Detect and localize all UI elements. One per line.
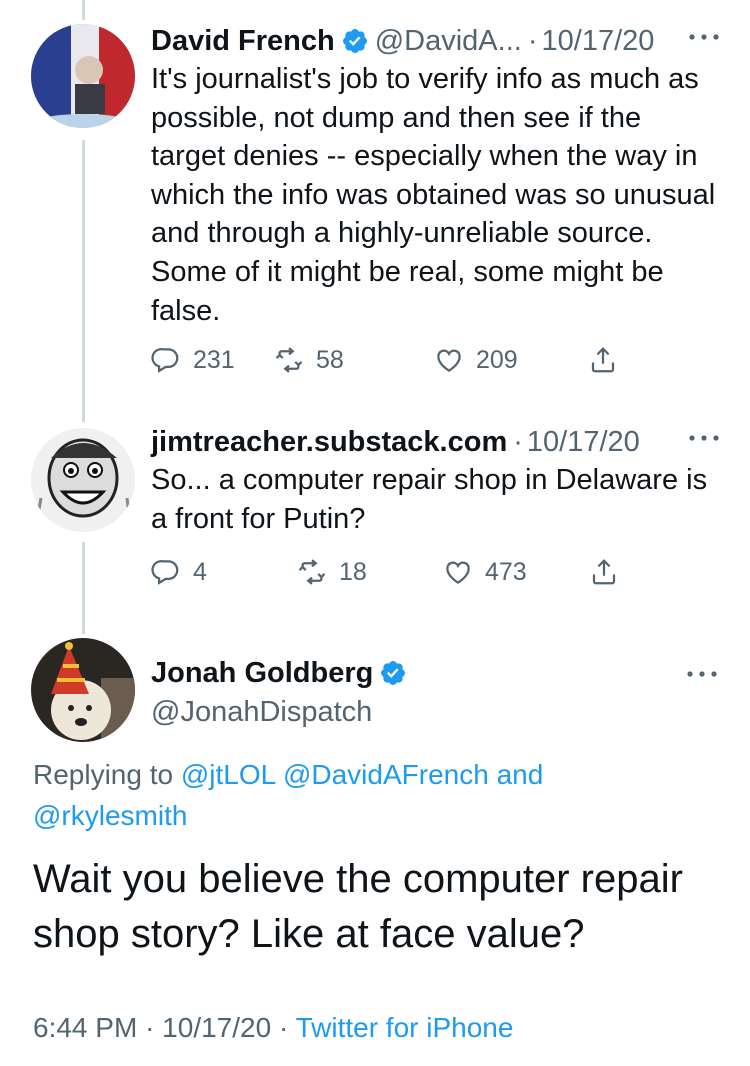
author-name[interactable]: Jonah Goldberg bbox=[151, 655, 373, 691]
retweet-icon bbox=[274, 345, 304, 375]
replying-prefix: Replying to bbox=[33, 759, 174, 790]
client-link[interactable]: Twitter for iPhone bbox=[296, 1012, 514, 1043]
retweet-icon bbox=[297, 557, 327, 587]
share-icon bbox=[589, 557, 619, 587]
share-button[interactable] bbox=[589, 557, 619, 587]
separator-dot: · bbox=[278, 1012, 289, 1043]
retweet-button[interactable]: 18 bbox=[297, 557, 443, 587]
tweet-meta: 6:44 PM · 10/17/20 · Twitter for iPhone bbox=[33, 1008, 513, 1048]
avatar-jonah-goldberg[interactable] bbox=[31, 638, 135, 742]
retweet-count: 18 bbox=[339, 557, 367, 586]
tweet-jimtreacher[interactable]: jimtreacher.substack.com · 10/17/20 So..… bbox=[0, 400, 750, 622]
reply-button[interactable]: 231 bbox=[151, 345, 274, 375]
tweet-text: It's journalist's job to verify info as … bbox=[151, 63, 716, 327]
tweet-date[interactable]: 10/17/20 bbox=[162, 1012, 271, 1043]
avatar-david-french[interactable] bbox=[31, 24, 135, 128]
separator-dot: · bbox=[513, 426, 523, 458]
separator-dot: · bbox=[145, 1012, 155, 1043]
share-icon bbox=[588, 345, 618, 375]
reply-icon bbox=[151, 345, 181, 375]
heart-icon bbox=[443, 557, 473, 587]
like-button[interactable]: 209 bbox=[434, 345, 588, 375]
mention-link[interactable]: @rkylesmith bbox=[33, 800, 187, 831]
author-name[interactable]: David French bbox=[151, 23, 335, 59]
separator-dot: · bbox=[527, 25, 538, 57]
retweet-button[interactable]: 58 bbox=[274, 345, 434, 375]
more-options-icon[interactable] bbox=[684, 664, 720, 684]
tweet-david-french[interactable]: David French @DavidA... · 10/17/20 It's … bbox=[0, 0, 750, 400]
author-handle[interactable]: @JonahDispatch bbox=[151, 693, 413, 731]
reply-icon bbox=[151, 557, 181, 587]
verified-badge-icon bbox=[379, 659, 407, 687]
mention-link[interactable]: @DavidAFrench bbox=[283, 759, 489, 790]
mention-connector: and bbox=[496, 759, 544, 790]
like-count: 209 bbox=[476, 345, 518, 374]
author-handle[interactable]: @DavidA... bbox=[375, 23, 522, 59]
mention-link[interactable]: @jtLOL bbox=[181, 759, 275, 790]
tweet-date[interactable]: 10/17/20 bbox=[527, 424, 640, 460]
reply-count: 4 bbox=[193, 557, 207, 586]
retweet-count: 58 bbox=[316, 345, 344, 374]
reply-button[interactable]: 4 bbox=[151, 557, 297, 587]
share-button[interactable] bbox=[588, 345, 618, 375]
like-button[interactable]: 473 bbox=[443, 557, 589, 587]
replying-to-line: Replying to @jtLOL @DavidAFrench and @rk… bbox=[33, 754, 723, 836]
tweet-text: Wait you believe the computer repair sho… bbox=[33, 857, 683, 956]
like-count: 473 bbox=[485, 557, 527, 586]
reply-count: 231 bbox=[193, 345, 235, 374]
more-options-icon[interactable] bbox=[686, 428, 722, 448]
verified-badge-icon bbox=[341, 27, 369, 55]
tweet-date[interactable]: 10/17/20 bbox=[542, 23, 655, 59]
author-name[interactable]: jimtreacher.substack.com bbox=[151, 424, 507, 460]
avatar-jimtreacher[interactable] bbox=[31, 428, 135, 532]
heart-icon bbox=[434, 345, 464, 375]
tweet-text: So... a computer repair shop in Delaware… bbox=[151, 464, 708, 535]
more-options-icon[interactable] bbox=[686, 27, 722, 47]
tweet-time[interactable]: 6:44 PM bbox=[33, 1012, 137, 1043]
